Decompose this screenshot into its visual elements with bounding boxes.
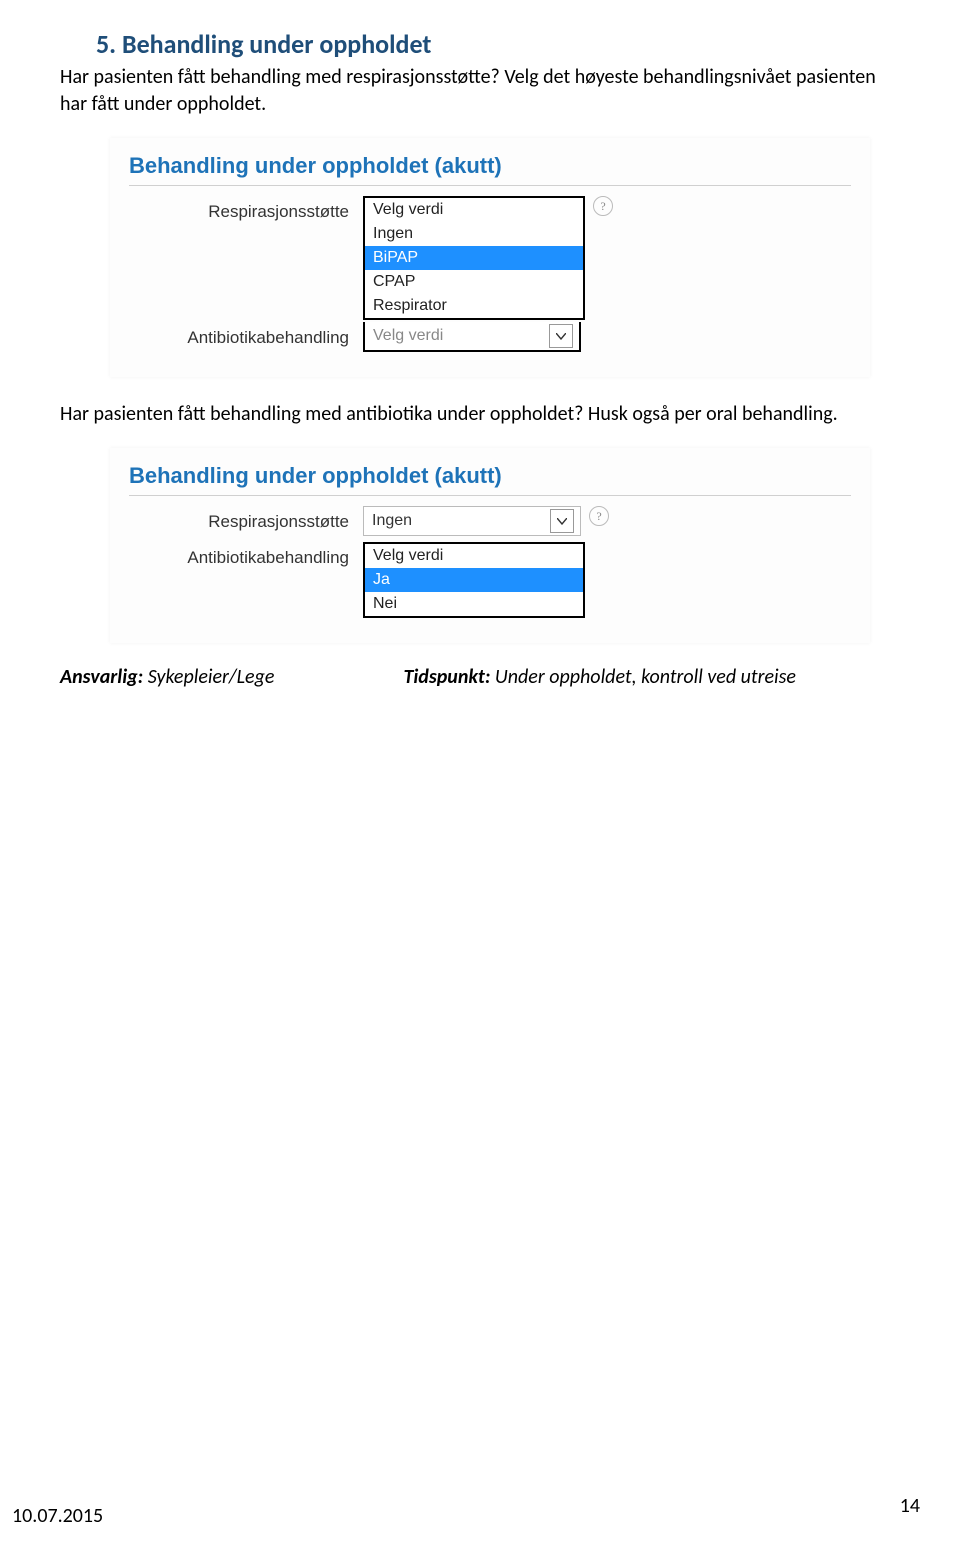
dropdown-option-selected[interactable]: BiPAP xyxy=(365,246,583,270)
document-page: 5. Behandling under oppholdet Har pasien… xyxy=(0,0,960,1546)
meta-value-tidspunkt: Under oppholdet, kontroll ved utreise xyxy=(490,665,796,689)
chevron-down-icon xyxy=(550,509,574,533)
help-icon[interactable]: ? xyxy=(589,506,609,526)
card-title: Behandling under oppholdet (akutt) xyxy=(129,463,851,489)
dropdown-option[interactable]: CPAP xyxy=(365,270,583,294)
select-value: Velg verdi xyxy=(373,327,443,345)
field-label: Antibiotikabehandling xyxy=(129,322,363,348)
chevron-down-icon xyxy=(549,324,573,348)
antibiotika-select-obscured[interactable]: Velg verdi xyxy=(363,322,581,352)
footer-page-number: 14 xyxy=(900,1494,920,1518)
dropdown-option[interactable]: Ingen xyxy=(365,222,583,246)
select-value: Ingen xyxy=(372,512,412,530)
section-heading: 5. Behandling under oppholdet xyxy=(96,28,880,60)
meta-label-ansvarlig: Ansvarlig: xyxy=(60,665,143,689)
form-card-2: Behandling under oppholdet (akutt) Respi… xyxy=(110,448,870,643)
divider xyxy=(129,495,851,496)
meta-line: Ansvarlig: Sykepleier/Lege Tidspunkt: Un… xyxy=(60,665,880,689)
form-row-respirasjon: Respirasjonsstøtte Ingen ? xyxy=(129,506,851,536)
help-icon-wrap: ? xyxy=(589,506,609,526)
dropdown-option[interactable]: Nei xyxy=(365,592,583,616)
dropdown-option[interactable]: Velg verdi xyxy=(365,544,583,568)
form-row-respirasjon: Respirasjonsstøtte Velg verdi Ingen BiPA… xyxy=(129,196,851,320)
paragraph-2: Har pasienten fått behandling med antibi… xyxy=(60,401,880,428)
field-label: Antibiotikabehandling xyxy=(129,542,363,568)
paragraph-1: Har pasienten fått behandling med respir… xyxy=(60,64,880,118)
respirasjon-dropdown-open[interactable]: Velg verdi Ingen BiPAP CPAP Respirator xyxy=(363,196,585,320)
form-card-1: Behandling under oppholdet (akutt) Respi… xyxy=(110,138,870,377)
divider xyxy=(129,185,851,186)
help-icon[interactable]: ? xyxy=(593,196,613,216)
antibiotika-dropdown-open[interactable]: Velg verdi Ja Nei xyxy=(363,542,585,618)
dropdown-option[interactable]: Respirator xyxy=(365,294,583,318)
footer-date: 10.07.2015 xyxy=(12,1504,103,1528)
form-row-antibiotika: Antibiotikabehandling Velg verdi Ja Nei xyxy=(129,542,851,618)
field-label: Respirasjonsstøtte xyxy=(129,196,363,222)
card-title: Behandling under oppholdet (akutt) xyxy=(129,153,851,179)
meta-label-tidspunkt: Tidspunkt: xyxy=(403,665,490,689)
field-label: Respirasjonsstøtte xyxy=(129,506,363,532)
meta-value-ansvarlig: Sykepleier/Lege xyxy=(143,665,274,689)
help-icon-wrap: ? xyxy=(593,196,613,216)
dropdown-option-selected[interactable]: Ja xyxy=(365,568,583,592)
form-row-antibiotika: Antibiotikabehandling Velg verdi xyxy=(129,322,851,352)
dropdown-option[interactable]: Velg verdi xyxy=(365,198,583,222)
respirasjon-select[interactable]: Ingen xyxy=(363,506,581,536)
